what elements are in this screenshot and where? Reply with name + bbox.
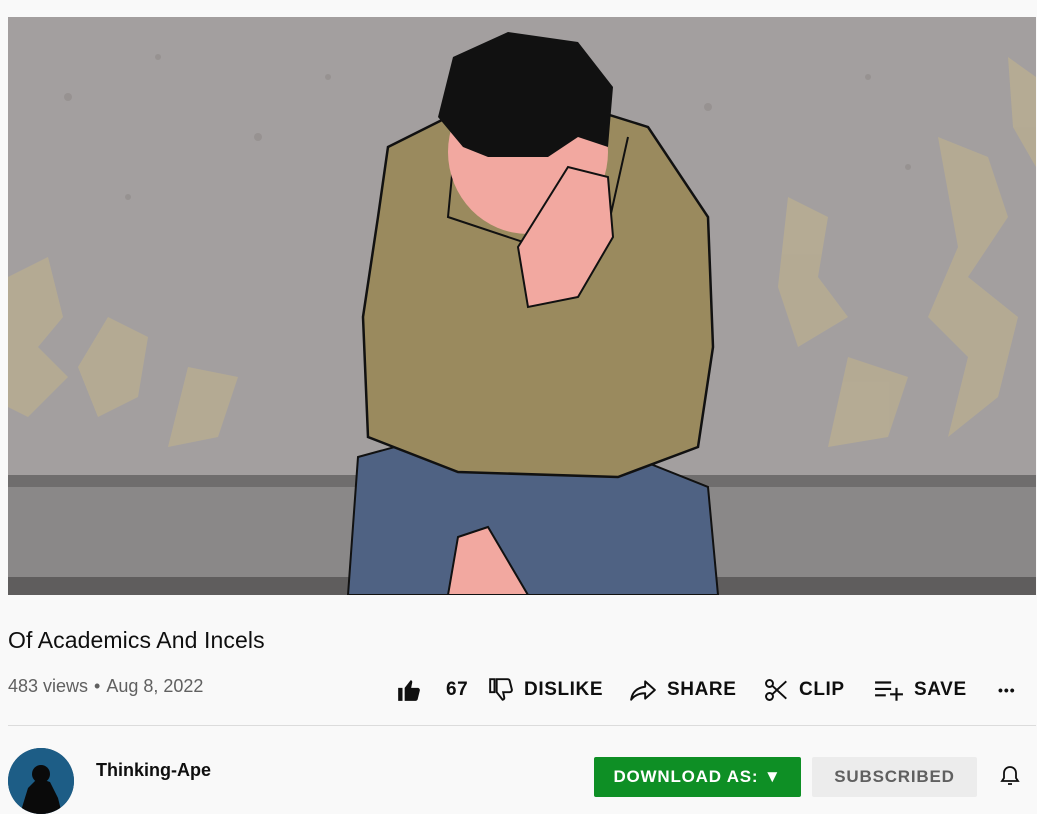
- thumb-up-icon: [398, 680, 420, 701]
- thumb-down-icon: [489, 678, 513, 701]
- avatar-image: [8, 748, 74, 814]
- share-label: SHARE: [667, 679, 737, 700]
- share-arrow-icon: [630, 680, 656, 701]
- video-title: Of Academics And Incels: [8, 627, 265, 653]
- top-bar: [0, 0, 1037, 17]
- clip-label: CLIP: [799, 679, 845, 700]
- meta-separator: •: [94, 676, 101, 696]
- dislike-button[interactable]: DISLIKE: [488, 670, 603, 710]
- channel-avatar[interactable]: [8, 748, 74, 814]
- save-label: SAVE: [914, 679, 967, 700]
- playlist-add-icon: [875, 681, 903, 701]
- dislike-label: DISLIKE: [524, 679, 604, 700]
- scissors-icon: [765, 679, 787, 701]
- like-button[interactable]: 67: [396, 670, 468, 710]
- like-count: 67: [446, 679, 469, 700]
- download-button[interactable]: DOWNLOAD AS: ▼: [594, 757, 801, 797]
- more-actions-button[interactable]: •••: [998, 670, 1016, 710]
- video-player[interactable]: [8, 17, 1036, 595]
- divider: [8, 725, 1036, 726]
- view-count: 483 views: [8, 676, 89, 696]
- notification-bell-button[interactable]: [998, 764, 1022, 793]
- video-thumbnail: [8, 17, 1036, 595]
- clip-button[interactable]: CLIP: [763, 670, 845, 710]
- bell-icon: [1000, 766, 1020, 785]
- share-button[interactable]: SHARE: [629, 670, 737, 710]
- video-meta: 483 views • Aug 8, 2022: [8, 676, 203, 697]
- subscribe-button[interactable]: SUBSCRIBED: [812, 757, 977, 797]
- upload-date: Aug 8, 2022: [106, 676, 204, 696]
- channel-name[interactable]: Thinking-Ape: [96, 760, 211, 781]
- save-button[interactable]: SAVE: [874, 670, 967, 710]
- more-horiz-icon: •••: [998, 682, 1016, 698]
